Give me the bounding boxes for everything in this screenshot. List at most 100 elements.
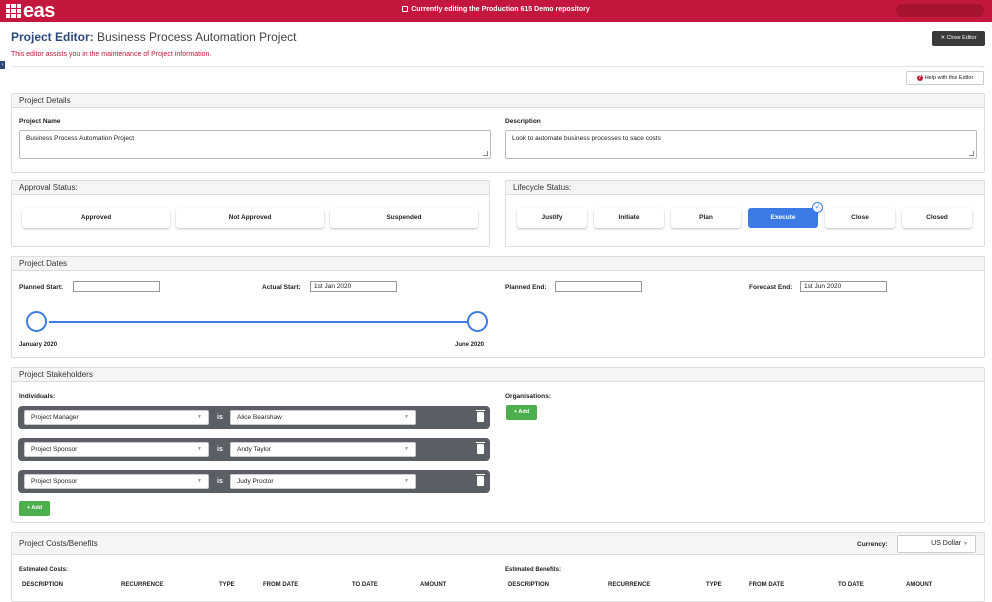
approval-approved-button[interactable]: Approved bbox=[22, 208, 170, 228]
trash-icon[interactable] bbox=[476, 442, 485, 454]
organisations-label: Organisations: bbox=[505, 393, 551, 400]
project-dates-heading: Project Dates bbox=[12, 257, 984, 271]
person-select[interactable]: Alice Bearshaw ▼ bbox=[230, 410, 416, 425]
costs-col-description[interactable]: DESCRIPTION bbox=[22, 582, 63, 588]
chevron-down-icon: ▼ bbox=[404, 478, 409, 484]
trash-icon[interactable] bbox=[476, 474, 485, 486]
lifecycle-closed-button[interactable]: Closed bbox=[902, 208, 972, 228]
benefits-col-to-date[interactable]: TO DATE bbox=[838, 582, 864, 588]
approval-suspended-button[interactable]: Suspended bbox=[330, 208, 478, 228]
role-value: Project Manager bbox=[31, 414, 79, 421]
estimated-benefits-label: Estimated Benefits: bbox=[505, 567, 562, 573]
help-button[interactable]: ? Help with this Editor bbox=[906, 71, 984, 85]
actual-start-input[interactable]: 1st Jan 2020 bbox=[310, 281, 397, 292]
approval-status-heading: Approval Status: bbox=[12, 181, 489, 195]
benefits-col-from-date[interactable]: FROM DATE bbox=[749, 582, 784, 588]
lifecycle-plan-button[interactable]: Plan bbox=[671, 208, 741, 228]
project-name-field[interactable]: Business Process Automation Project bbox=[19, 130, 491, 159]
trash-icon[interactable] bbox=[476, 410, 485, 422]
benefits-col-recurrence[interactable]: RECURRENCE bbox=[608, 582, 650, 588]
project-costs-heading: Project Costs/Benefits bbox=[12, 533, 984, 555]
is-label: is bbox=[217, 478, 223, 485]
forecast-end-label: Forecast End: bbox=[749, 284, 793, 291]
checkmark-icon: ✓ bbox=[812, 202, 823, 213]
project-name-label: Project Name bbox=[19, 118, 61, 125]
currency-select[interactable]: US Dollar ▼ bbox=[897, 535, 976, 553]
page-subtitle: This editor assists you in the maintenan… bbox=[11, 51, 212, 58]
individuals-label: Individuals: bbox=[19, 393, 56, 400]
stakeholder-row: Project Manager ▼ is Alice Bearshaw ▼ bbox=[18, 406, 490, 429]
page-title: Project Editor: Business Process Automat… bbox=[11, 30, 296, 44]
user-menu[interactable] bbox=[896, 4, 984, 17]
project-dates-panel: Project Dates bbox=[11, 256, 985, 358]
forecast-end-input[interactable]: 1st Jun 2020 bbox=[800, 281, 887, 292]
benefits-col-description[interactable]: DESCRIPTION bbox=[508, 582, 549, 588]
benefits-col-type[interactable]: TYPE bbox=[706, 582, 722, 588]
title-project-name: Business Process Automation Project bbox=[97, 30, 297, 44]
stakeholder-row: Project Sponsor ▼ is Judy Proctor ▼ bbox=[18, 470, 490, 493]
description-value: Look to automate business processes to s… bbox=[512, 135, 661, 142]
add-individual-button[interactable]: + Add bbox=[19, 501, 50, 516]
is-label: is bbox=[217, 446, 223, 453]
costs-col-from-date[interactable]: FROM DATE bbox=[263, 582, 298, 588]
top-bar: eas Currently editing the Production 615… bbox=[0, 0, 992, 22]
chevron-down-icon: ▼ bbox=[404, 446, 409, 452]
help-icon: ? bbox=[916, 75, 923, 81]
role-select[interactable]: Project Sponsor ▼ bbox=[24, 442, 209, 457]
costs-col-to-date[interactable]: TO DATE bbox=[352, 582, 378, 588]
person-value: Andy Taylor bbox=[237, 446, 271, 453]
is-label: is bbox=[217, 414, 223, 421]
timeline-start-label: January 2020 bbox=[19, 342, 58, 348]
description-label: Description bbox=[505, 118, 541, 125]
database-icon bbox=[402, 6, 409, 12]
actual-start-label: Actual Start: bbox=[262, 284, 301, 291]
banner-text: Currently editing the Production 615 Dem… bbox=[411, 6, 590, 13]
person-value: Alice Bearshaw bbox=[237, 414, 282, 421]
costs-col-type[interactable]: TYPE bbox=[219, 582, 235, 588]
costs-col-amount[interactable]: AMOUNT bbox=[420, 582, 446, 588]
close-editor-button[interactable]: ✕ Close Editor bbox=[932, 31, 985, 46]
currency-label: Currency: bbox=[857, 541, 888, 548]
lifecycle-close-button[interactable]: Close bbox=[825, 208, 895, 228]
timeline-end-label: June 2020 bbox=[455, 342, 485, 348]
side-panel-toggle[interactable]: › bbox=[0, 61, 5, 69]
add-organisation-button[interactable]: + Add bbox=[506, 405, 537, 420]
resize-handle-icon[interactable] bbox=[969, 151, 974, 156]
chevron-down-icon: ▼ bbox=[197, 478, 202, 484]
project-stakeholders-heading: Project Stakeholders bbox=[12, 368, 984, 382]
lifecycle-initiate-button[interactable]: Initiate bbox=[594, 208, 664, 228]
project-details-heading: Project Details bbox=[12, 94, 984, 108]
project-name-value: Business Process Automation Project bbox=[26, 135, 135, 142]
costs-col-recurrence[interactable]: RECURRENCE bbox=[121, 582, 163, 588]
estimated-costs-label: Estimated Costs: bbox=[19, 567, 69, 573]
timeline-end-marker bbox=[467, 311, 488, 332]
person-value: Judy Proctor bbox=[237, 478, 274, 485]
chevron-down-icon: ▼ bbox=[197, 446, 202, 452]
help-label: Help with this Editor bbox=[924, 75, 974, 81]
lifecycle-status-heading: Lifecycle Status: bbox=[506, 181, 984, 195]
repository-banner: Currently editing the Production 615 Dem… bbox=[0, 6, 992, 13]
lifecycle-execute-button[interactable]: Execute bbox=[748, 208, 818, 228]
title-prefix: Project Editor: bbox=[11, 30, 94, 44]
person-select[interactable]: Judy Proctor ▼ bbox=[230, 474, 416, 489]
currency-value: US Dollar bbox=[931, 540, 962, 547]
divider bbox=[11, 66, 985, 67]
planned-end-label: Planned End: bbox=[505, 284, 547, 291]
chevron-down-icon: ▼ bbox=[404, 414, 409, 420]
person-select[interactable]: Andy Taylor ▼ bbox=[230, 442, 416, 457]
benefits-col-amount[interactable]: AMOUNT bbox=[906, 582, 932, 588]
timeline-start-marker bbox=[26, 311, 47, 332]
planned-end-input[interactable] bbox=[555, 281, 642, 292]
chevron-down-icon: ▼ bbox=[197, 414, 202, 420]
role-select[interactable]: Project Manager ▼ bbox=[24, 410, 209, 425]
lifecycle-justify-button[interactable]: Justify bbox=[517, 208, 587, 228]
role-select[interactable]: Project Sponsor ▼ bbox=[24, 474, 209, 489]
description-field[interactable]: Look to automate business processes to s… bbox=[505, 130, 977, 159]
stakeholder-row: Project Sponsor ▼ is Andy Taylor ▼ bbox=[18, 438, 490, 461]
timeline-bar bbox=[49, 321, 467, 323]
role-value: Project Sponsor bbox=[31, 446, 78, 453]
approval-not-approved-button[interactable]: Not Approved bbox=[176, 208, 324, 228]
role-value: Project Sponsor bbox=[31, 478, 78, 485]
planned-start-input[interactable] bbox=[73, 281, 160, 292]
resize-handle-icon[interactable] bbox=[483, 151, 488, 156]
